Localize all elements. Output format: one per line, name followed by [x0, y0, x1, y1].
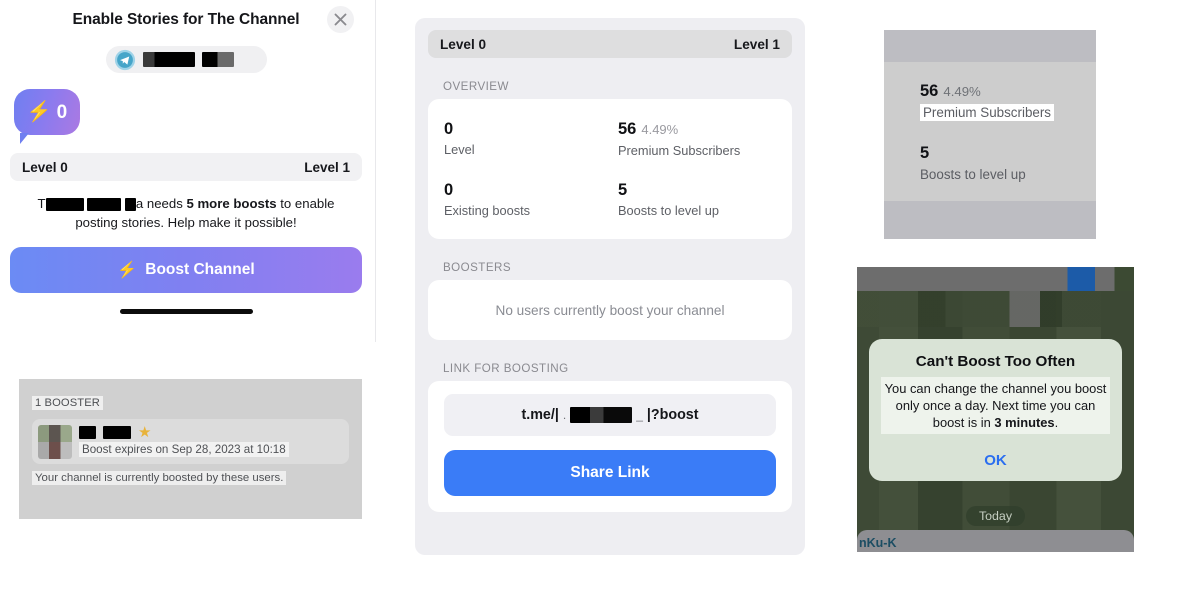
boost-link-suffix: |?boost [646, 407, 699, 423]
boosters-list-panel: 1 BOOSTER ★ Boost expires on Sep 28, 202… [19, 379, 362, 519]
stat-boosts-to-level-up: 5 Boosts to level up [618, 180, 792, 218]
link-card: t.me/| . _ |?boost Share Link [428, 381, 792, 512]
stat-boosts-levelup-value: 5 [920, 144, 930, 162]
channel-chip[interactable] [105, 46, 267, 73]
boost-link-field[interactable]: t.me/| . _ |?boost [444, 394, 776, 436]
avatar [38, 424, 72, 459]
level-progress-bar: Level 0 Level 1 [428, 30, 792, 58]
desc-bold: 5 more boosts [186, 196, 277, 211]
redacted-name-part-2 [87, 198, 122, 212]
boost-link-prefix: t.me/| [521, 407, 559, 423]
cant-boost-alert-screen: Can't Boost Too Often You can change the… [857, 267, 1134, 552]
dialog-title: Enable Stories for The Channel [72, 11, 300, 28]
boost-channel-button-label: Boost Channel [145, 261, 255, 278]
stat-premium-subscribers: 56 4.49% Premium Subscribers [920, 82, 1054, 122]
stat-premium-value: 56 [618, 120, 637, 138]
close-button[interactable] [327, 6, 354, 33]
overview-section-label: OVERVIEW [443, 80, 509, 93]
stat-premium-label: Premium Subscribers [920, 104, 1054, 121]
stat-level-label: Level [444, 142, 475, 157]
redacted-link-handle [570, 407, 633, 423]
stat-premium-label: Premium Subscribers [618, 143, 741, 158]
lightning-bolt-icon: ⚡ [117, 262, 138, 279]
booster-list-item[interactable]: ★ Boost expires on Sep 28, 2023 at 10:18 [32, 419, 349, 464]
stat-premium-percent: 4.49% [641, 122, 679, 137]
booster-row-text: ★ Boost expires on Sep 28, 2023 at 10:18 [79, 423, 289, 457]
dialog-header: Enable Stories for The Channel [0, 0, 372, 44]
redacted-channel-name [142, 52, 195, 67]
alert-message-bold: 3 minutes [994, 415, 1055, 430]
home-indicator [119, 309, 253, 314]
overview-card: 0 Level 56 4.49% Premium Subscribers 0 Ex… [428, 99, 792, 239]
stat-boosts-levelup-value: 5 [618, 181, 628, 199]
chat-input-bar[interactable] [857, 530, 1134, 552]
boost-link-dot-left: . [562, 408, 567, 422]
level-next-label: Level 1 [304, 159, 350, 175]
stat-premium-subscribers: 56 4.49% Premium Subscribers [618, 119, 792, 158]
redacted-booster-last-name [103, 426, 131, 439]
booster-name-row: ★ [79, 423, 289, 441]
boost-count-badge: ⚡ 0 [14, 89, 80, 144]
stat-boosts-levelup-label: Boosts to level up [920, 167, 1026, 182]
stat-existing-boosts-label: Existing boosts [444, 203, 531, 218]
crop-stats: 56 4.49% Premium Subscribers 5 Boosts to … [920, 82, 1054, 184]
date-separator: Today [857, 506, 1134, 526]
crop-bottom-band [884, 201, 1096, 239]
chat-footer-text: nKu-K [859, 536, 897, 550]
boosters-card: No users currently boost your channel [428, 280, 792, 340]
stat-boosts-levelup-label: Boosts to level up [618, 203, 720, 218]
stat-existing-boosts-value: 0 [444, 181, 454, 199]
blurred-chat-content [857, 291, 1134, 327]
lightning-bolt-icon: ⚡ [26, 100, 52, 123]
level-progress-bar: Level 0 Level 1 [10, 153, 362, 181]
stat-existing-boosts: 0 Existing boosts [444, 180, 618, 218]
stat-level-value: 0 [444, 120, 454, 138]
close-icon [334, 13, 347, 26]
stat-boosts-to-level-up: 5 Boosts to level up [920, 144, 1054, 184]
booster-expiry-text: Boost expires on Sep 28, 2023 at 10:18 [79, 442, 289, 457]
crop-top-band [884, 30, 1096, 62]
boost-count-badge-wrap: ⚡ 0 [14, 89, 372, 144]
telegram-icon [114, 49, 135, 70]
boost-channel-button[interactable]: ⚡ Boost Channel [10, 247, 362, 293]
premium-subscribers-crop: 56 4.49% Premium Subscribers 5 Boosts to … [884, 30, 1096, 239]
alert-dialog: Can't Boost Too Often You can change the… [869, 339, 1122, 481]
alert-ok-button[interactable]: OK [881, 452, 1110, 469]
boost-stats-sheet: Level 0 Level 1 OVERVIEW 0 Level 56 4.49%… [415, 18, 805, 555]
link-section-label: LINK FOR BOOSTING [443, 362, 569, 375]
date-separator-label: Today [965, 506, 1026, 526]
stat-level: 0 Level [444, 119, 618, 158]
redacted-channel-handle [201, 52, 234, 67]
panel-divider [375, 0, 376, 342]
stat-premium-value: 56 [920, 82, 939, 100]
blurred-chat-header [857, 267, 1134, 291]
boost-count-value: 0 [56, 101, 68, 123]
level-current-label: Level 0 [22, 159, 68, 175]
alert-message: You can change the channel you boost onl… [881, 377, 1110, 434]
boosters-empty-text: No users currently boost your channel [495, 302, 725, 318]
alert-message-post: . [1054, 415, 1059, 430]
boosters-section-label: BOOSTERS [443, 261, 512, 274]
share-link-button[interactable]: Share Link [444, 450, 776, 496]
boost-link-dot-right: _ [636, 408, 643, 422]
desc-mid: a needs [135, 196, 187, 211]
desc-prefix: T [37, 196, 46, 211]
redacted-booster-first-name [79, 426, 96, 439]
enable-stories-dialog: Enable Stories for The Channel ⚡ 0 Level… [0, 0, 372, 348]
redacted-name-part-3 [124, 198, 136, 212]
overview-stats-grid: 0 Level 56 4.49% Premium Subscribers 0 Ex… [428, 99, 792, 239]
level-current-label: Level 0 [440, 36, 487, 52]
dialog-description: T a needs 5 more boosts to enable postin… [22, 194, 350, 232]
boosters-footer-note: Your channel is currently boosted by the… [32, 471, 287, 485]
alert-title: Can't Boost Too Often [915, 353, 1076, 370]
stat-premium-percent: 4.49% [943, 84, 981, 99]
premium-star-icon: ★ [138, 423, 152, 441]
redacted-name-part-1 [45, 198, 84, 212]
level-next-label: Level 1 [733, 36, 780, 52]
boosters-count-header: 1 BOOSTER [32, 396, 103, 410]
screenshot-stage: Enable Stories for The Channel ⚡ 0 Level… [0, 0, 1200, 600]
